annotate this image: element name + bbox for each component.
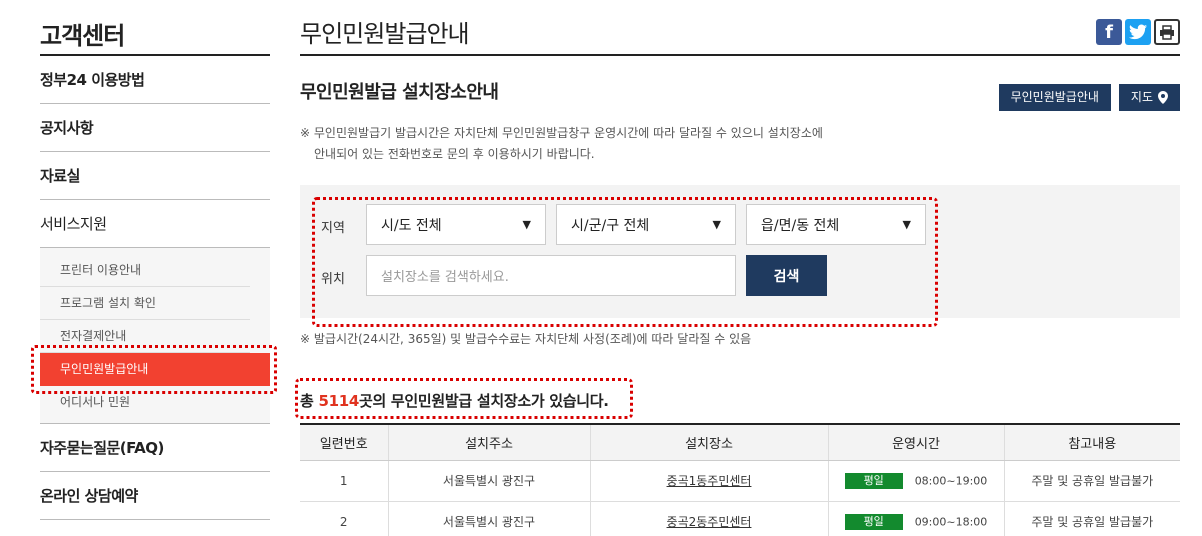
weekday-badge: 평일 (844, 513, 903, 530)
sidebar-item-consult[interactable]: 온라인 상담예약 (40, 472, 270, 520)
sidebar-sub-anywhere[interactable]: 어디서나 민원 (40, 386, 250, 419)
sidebar-sub-payment[interactable]: 전자결제안내 (40, 320, 250, 353)
row-no: 2 (300, 501, 389, 536)
sigungu-select-value: 시/군/구 전체 (571, 217, 650, 234)
row-place: 중곡2동주민센터 (590, 501, 829, 536)
sidebar-item-faq[interactable]: 자주묻는질문(FAQ) (40, 424, 270, 472)
page-title: 무인민원발급안내 (300, 20, 470, 48)
result-count: 총 5114곳의 무인민원발급 설치장소가 있습니다. (300, 390, 609, 411)
search-button[interactable]: 검색 (746, 255, 827, 296)
row-address: 서울특별시 광진구 (388, 460, 591, 502)
twitter-icon[interactable] (1125, 19, 1151, 45)
share-buttons: f (1096, 19, 1180, 45)
fee-notice: ※ 발급시간(24시간, 365일) 및 발급수수료는 자치단체 사정(조례)에… (300, 332, 752, 346)
top-buttons: 무인민원발급안내 지도 (998, 84, 1180, 111)
eupmyeondong-select-value: 읍/면/동 전체 (761, 217, 840, 234)
sidebar-item-service-support[interactable]: 서비스지원 (40, 200, 270, 248)
col-header-place: 설치장소 (590, 423, 829, 461)
row-hours: 평일 08:00~19:00 (828, 460, 1005, 502)
section-title: 무인민원발급 설치장소안내 (300, 82, 499, 103)
search-box: 지역 시/도 전체 ▼ 시/군/구 전체 ▼ 읍/면/동 전체 ▼ 위치 설치장… (300, 185, 1180, 318)
map-button-label: 지도 (1130, 90, 1153, 104)
hours-text: 09:00~18:00 (914, 515, 988, 528)
sigungu-select[interactable]: 시/군/구 전체 ▼ (556, 204, 736, 245)
row-note: 주말 및 공휴일 발급불가 (1004, 460, 1180, 502)
sidebar-sub-kiosk-guide[interactable]: 무인민원발급안내 (31, 345, 277, 394)
place-link[interactable]: 중곡2동주민센터 (667, 515, 752, 529)
col-header-address: 설치주소 (388, 423, 591, 461)
places-table: 일련번호 설치주소 설치장소 운영시간 참고내용 1 서울특별시 광진구 중곡1… (300, 423, 1180, 536)
map-button[interactable]: 지도 (1118, 84, 1180, 111)
weekday-badge: 평일 (844, 472, 903, 489)
col-header-no: 일련번호 (300, 423, 389, 461)
location-label: 위치 (321, 272, 345, 287)
print-icon[interactable] (1154, 19, 1180, 45)
table-row: 2 서울특별시 광진구 중곡2동주민센터 평일 09:00~18:00 주말 및 … (300, 501, 1180, 536)
eupmyeondong-select[interactable]: 읍/면/동 전체 ▼ (746, 204, 926, 245)
notice-text: ※ 무인민원발급기 발급시간은 자치단체 무인민원발급창구 운영시간에 따라 달… (300, 123, 823, 165)
place-link[interactable]: 중곡1동주민센터 (667, 474, 752, 488)
sidebar-title: 고객센터 (40, 0, 270, 56)
sidebar-sub-program-check[interactable]: 프로그램 설치 확인 (40, 287, 250, 320)
main-content: 무인민원발급안내 f 무인민원발급 설치장소안내 무인민원발급안내 지도 ※ 무… (295, 0, 1180, 536)
row-note: 주말 및 공휴일 발급불가 (1004, 501, 1180, 536)
chevron-down-icon: ▼ (712, 218, 721, 231)
location-search-input[interactable]: 설치장소를 검색하세요. (366, 255, 736, 296)
sidebar-sub-printer[interactable]: 프린터 이용안내 (40, 254, 250, 287)
count-number: 5114 (318, 392, 359, 410)
notice-line-1: ※ 무인민원발급기 발급시간은 자치단체 무인민원발급창구 운영시간에 따라 달… (300, 126, 823, 140)
table-row: 1 서울특별시 광진구 중곡1동주민센터 평일 08:00~19:00 주말 및 … (300, 460, 1180, 502)
facebook-icon[interactable]: f (1096, 19, 1122, 45)
chevron-down-icon: ▼ (522, 218, 531, 231)
sidebar-item-library[interactable]: 자료실 (40, 152, 270, 200)
sidebar-item-gov24-guide[interactable]: 정부24 이용방법 (40, 56, 270, 104)
chevron-down-icon: ▼ (902, 218, 911, 231)
kiosk-guide-button[interactable]: 무인민원발급안내 (998, 84, 1111, 111)
sidebar-item-notice[interactable]: 공지사항 (40, 104, 270, 152)
region-label: 지역 (321, 221, 345, 236)
col-header-hours: 운영시간 (828, 423, 1005, 461)
page-header: 무인민원발급안내 f (300, 0, 1180, 56)
row-place: 중곡1동주민센터 (590, 460, 829, 502)
map-pin-icon (1158, 91, 1168, 104)
hours-text: 08:00~19:00 (914, 474, 988, 487)
row-address: 서울특별시 광진구 (388, 501, 591, 536)
sidebar-submenu: 프린터 이용안내 프로그램 설치 확인 전자결제안내 무인민원발급안내 어디서나… (31, 248, 277, 424)
sido-select-value: 시/도 전체 (381, 217, 442, 234)
count-suffix: 곳의 무인민원발급 설치장소가 있습니다. (359, 392, 609, 410)
count-prefix: 총 (300, 392, 319, 410)
notice-line-2: 안내되어 있는 전화번호로 문의 후 이용하시기 바랍니다. (314, 147, 595, 161)
sidebar: 고객센터 정부24 이용방법 공지사항 자료실 서비스지원 프린터 이용안내 프… (31, 0, 277, 520)
row-no: 1 (300, 460, 389, 502)
col-header-note: 참고내용 (1004, 423, 1180, 461)
sido-select[interactable]: 시/도 전체 ▼ (366, 204, 546, 245)
sidebar-menu: 정부24 이용방법 공지사항 자료실 서비스지원 프린터 이용안내 프로그램 설… (31, 56, 277, 520)
table-header-row: 일련번호 설치주소 설치장소 운영시간 참고내용 (300, 423, 1180, 461)
row-hours: 평일 09:00~18:00 (828, 501, 1005, 536)
